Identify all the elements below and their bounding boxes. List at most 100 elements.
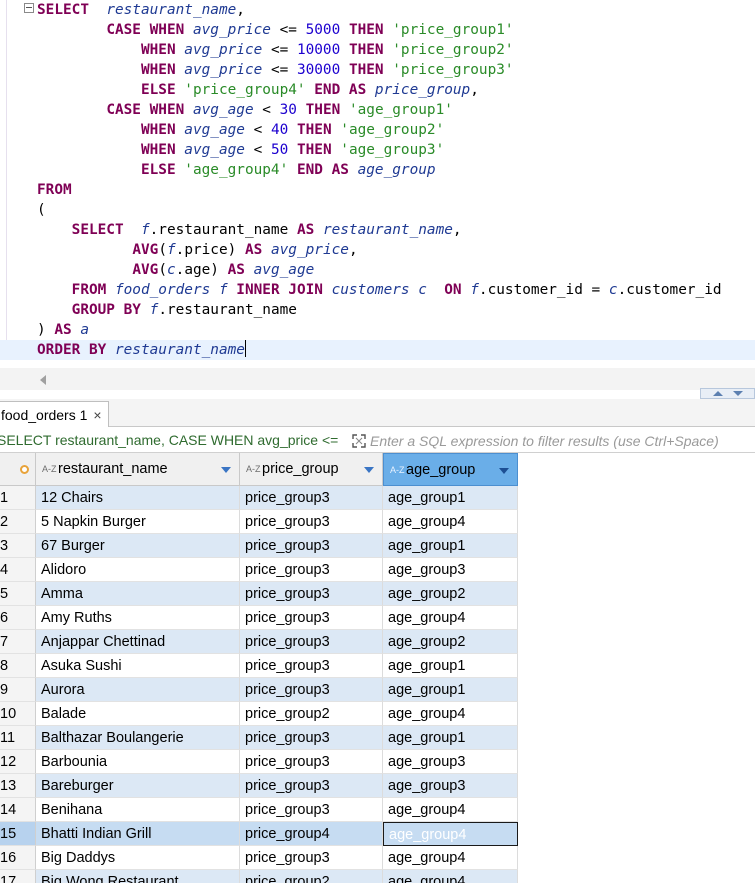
cell-restaurant-name[interactable]: Alidoro (36, 558, 240, 582)
row-number[interactable]: 3 (0, 534, 36, 558)
row-number[interactable]: 9 (0, 678, 36, 702)
cell-restaurant-name[interactable]: Balade (36, 702, 240, 726)
filter-input[interactable] (370, 428, 755, 453)
cell-restaurant-name[interactable]: Balthazar Boulangerie (36, 726, 240, 750)
code-line[interactable]: AVG(f.price) AS avg_price, (37, 240, 357, 260)
table-row[interactable]: 13 Bareburger price_group3 age_group3 (0, 774, 755, 798)
code-line[interactable]: ELSE 'price_group4' END AS price_group, (37, 80, 479, 100)
code-line[interactable]: ELSE 'age_group4' END AS age_group (37, 160, 436, 180)
cell-price-group[interactable]: price_group3 (240, 726, 383, 750)
cell-price-group[interactable]: price_group3 (240, 534, 383, 558)
cell-age-group[interactable]: age_group4 (383, 798, 518, 822)
table-row[interactable]: 3 67 Burger price_group3 age_group1 (0, 534, 755, 558)
table-row[interactable]: 5 Amma price_group3 age_group2 (0, 582, 755, 606)
row-number[interactable]: 5 (0, 582, 36, 606)
cell-age-group[interactable]: age_group4 (383, 846, 518, 870)
cell-age-group[interactable]: age_group1 (383, 486, 518, 510)
table-row[interactable]: 16 Big Daddys price_group3 age_group4 (0, 846, 755, 870)
cell-restaurant-name[interactable]: Amy Ruths (36, 606, 240, 630)
cell-price-group[interactable]: price_group3 (240, 558, 383, 582)
code-line[interactable]: FROM food_orders f INNER JOIN customers … (37, 280, 722, 300)
cell-price-group[interactable]: price_group3 (240, 630, 383, 654)
cell-price-group[interactable]: price_group4 (240, 822, 383, 846)
cell-age-group[interactable]: age_group4 (383, 870, 518, 883)
table-row[interactable]: 1 12 Chairs price_group3 age_group1 (0, 486, 755, 510)
cell-age-group[interactable]: age_group1 (383, 726, 518, 750)
table-row[interactable]: 6 Amy Ruths price_group3 age_group4 (0, 606, 755, 630)
sql-editor[interactable]: SELECT restaurant_name, CASE WHEN avg_pr… (0, 0, 755, 362)
cell-restaurant-name[interactable]: 5 Napkin Burger (36, 510, 240, 534)
tab-results[interactable]: food_orders 1 × (0, 401, 109, 427)
table-row[interactable]: 17 Big Wong Restaurant price_group2 age_gro… (0, 870, 755, 883)
row-number[interactable]: 12 (0, 750, 36, 774)
cell-restaurant-name[interactable]: Asuka Sushi (36, 654, 240, 678)
cell-age-group[interactable]: age_group4 (383, 510, 518, 534)
cell-age-group[interactable]: age_group4 (383, 822, 518, 846)
table-row[interactable]: 11 Balthazar Boulangerie price_group3 age_g… (0, 726, 755, 750)
cell-price-group[interactable]: price_group3 (240, 606, 383, 630)
code-line[interactable]: CASE WHEN avg_age < 30 THEN 'age_group1' (37, 100, 453, 120)
cell-price-group[interactable]: price_group3 (240, 750, 383, 774)
cell-restaurant-name[interactable]: Anjappar Chettinad (36, 630, 240, 654)
code-line[interactable]: GROUP BY f.restaurant_name (37, 300, 297, 320)
expand-filter-icon[interactable] (352, 434, 366, 448)
cell-age-group[interactable]: age_group3 (383, 750, 518, 774)
code-line[interactable]: WHEN avg_age < 40 THEN 'age_group2' (37, 120, 444, 140)
code-line[interactable]: WHEN avg_price <= 10000 THEN 'price_grou… (37, 40, 514, 60)
cell-restaurant-name[interactable]: Benihana (36, 798, 240, 822)
cell-age-group[interactable]: age_group4 (383, 606, 518, 630)
cell-price-group[interactable]: price_group2 (240, 702, 383, 726)
column-header-price-group[interactable]: A-Z price_group (240, 453, 383, 486)
cell-age-group[interactable]: age_group1 (383, 654, 518, 678)
table-row[interactable]: 15 Bhatti Indian Grill price_group4 age_gro… (0, 822, 755, 846)
row-number[interactable]: 6 (0, 606, 36, 630)
cell-restaurant-name[interactable]: Bareburger (36, 774, 240, 798)
row-number[interactable]: 2 (0, 510, 36, 534)
code-line[interactable]: AVG(c.age) AS avg_age (37, 260, 314, 280)
cell-age-group[interactable]: age_group3 (383, 774, 518, 798)
column-header-restaurant-name[interactable]: A-Z restaurant_name (36, 453, 240, 486)
cell-age-group[interactable]: age_group2 (383, 630, 518, 654)
row-number-header[interactable] (0, 453, 36, 486)
row-number[interactable]: 11 (0, 726, 36, 750)
close-icon[interactable]: × (93, 407, 101, 423)
cell-age-group[interactable]: age_group3 (383, 558, 518, 582)
cell-restaurant-name[interactable]: Aurora (36, 678, 240, 702)
fold-toggle-icon[interactable] (24, 3, 34, 13)
cell-restaurant-name[interactable]: Big Wong Restaurant (36, 870, 240, 883)
row-number[interactable]: 8 (0, 654, 36, 678)
cell-price-group[interactable]: price_group3 (240, 774, 383, 798)
code-line[interactable]: ( (37, 200, 46, 220)
code-line[interactable]: SELECT restaurant_name, (37, 0, 245, 20)
cell-age-group[interactable]: age_group4 (383, 702, 518, 726)
code-line[interactable]: ORDER BY restaurant_name (0, 340, 755, 360)
table-row[interactable]: 12 Barbounia price_group3 age_group3 (0, 750, 755, 774)
table-row[interactable]: 25 Napkin Burger price_group3 age_group4 (0, 510, 755, 534)
cell-age-group[interactable]: age_group2 (383, 582, 518, 606)
cell-price-group[interactable]: price_group2 (240, 870, 383, 883)
maximize-up-icon[interactable] (713, 391, 723, 396)
editor-horizontal-scrollbar[interactable] (0, 368, 755, 390)
cell-restaurant-name[interactable]: 67 Burger (36, 534, 240, 558)
code-line[interactable]: WHEN avg_price <= 30000 THEN 'price_grou… (37, 60, 514, 80)
chevron-down-icon[interactable] (221, 467, 231, 473)
code-line[interactable]: ) AS a (37, 320, 89, 340)
cell-price-group[interactable]: price_group3 (240, 678, 383, 702)
table-row[interactable]: 14 Benihana price_group3 age_group4 (0, 798, 755, 822)
cell-price-group[interactable]: price_group3 (240, 582, 383, 606)
restore-down-icon[interactable] (733, 391, 743, 396)
cell-restaurant-name[interactable]: Big Daddys (36, 846, 240, 870)
cell-price-group[interactable]: price_group3 (240, 654, 383, 678)
panel-splitter[interactable] (700, 388, 755, 399)
scroll-left-icon[interactable] (40, 375, 46, 385)
row-number[interactable]: 10 (0, 702, 36, 726)
row-number[interactable]: 1 (0, 486, 36, 510)
column-header-age-group[interactable]: A-Z age_group (383, 453, 518, 486)
table-row[interactable]: 9 Aurora price_group3 age_group1 (0, 678, 755, 702)
cell-price-group[interactable]: price_group3 (240, 486, 383, 510)
cell-restaurant-name[interactable]: Amma (36, 582, 240, 606)
code-line[interactable]: CASE WHEN avg_price <= 5000 THEN 'price_… (37, 20, 513, 40)
cell-price-group[interactable]: price_group3 (240, 798, 383, 822)
table-row[interactable]: 8 Asuka Sushi price_group3 age_group1 (0, 654, 755, 678)
row-number[interactable]: 4 (0, 558, 36, 582)
